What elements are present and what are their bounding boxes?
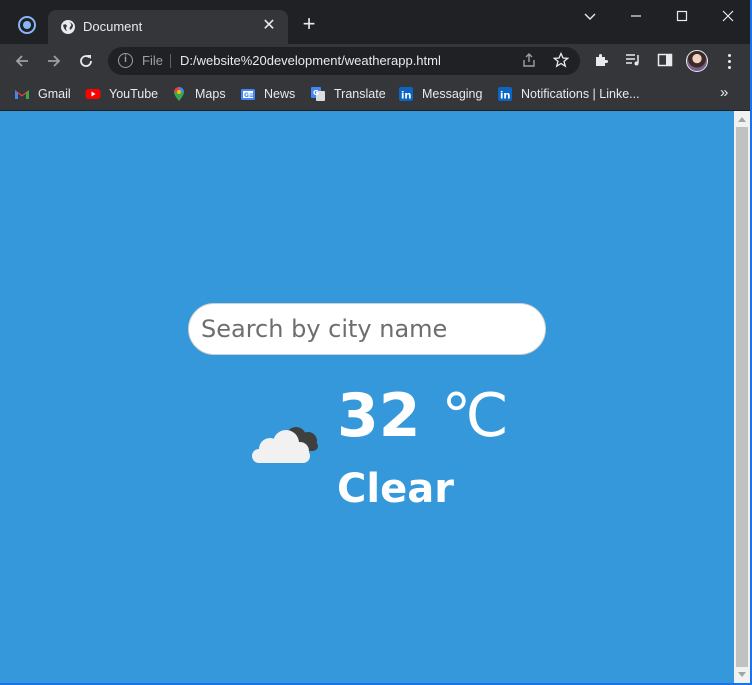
linkedin-icon: in: [399, 87, 413, 102]
address-divider: [170, 54, 171, 68]
bookmark-label: Maps: [195, 87, 226, 101]
cloud-icon: [252, 427, 318, 463]
reload-button[interactable]: [74, 50, 98, 72]
browser-toolbar: i File D:/website%20development/weathera…: [0, 44, 752, 78]
share-icon[interactable]: [520, 52, 538, 70]
bookmark-label: Gmail: [38, 87, 71, 101]
maps-icon: [174, 87, 184, 101]
close-tab-icon[interactable]: ✕: [260, 17, 278, 35]
news-icon: G≡: [241, 89, 255, 100]
browser-window: Document ✕ + i File D:/website%20develop…: [0, 0, 752, 685]
tab-title: Document: [83, 19, 143, 34]
tab-search-icon[interactable]: [578, 6, 602, 26]
maximize-button[interactable]: [670, 6, 694, 26]
scrollbar-thumb[interactable]: [736, 127, 748, 667]
city-search-input[interactable]: [188, 303, 546, 355]
svg-text:G: G: [313, 89, 319, 97]
info-icon[interactable]: i: [118, 53, 133, 68]
forward-button[interactable]: [42, 50, 66, 72]
minimize-button[interactable]: [624, 6, 648, 26]
browser-menu-icon[interactable]: [722, 51, 736, 71]
close-window-button[interactable]: [716, 6, 740, 26]
svg-text:in: in: [401, 91, 412, 102]
extensions-icon[interactable]: [592, 52, 610, 70]
linkedin-icon: in: [498, 87, 512, 102]
bookmark-label: Messaging: [422, 87, 483, 101]
youtube-icon: [85, 89, 101, 99]
profile-avatar[interactable]: [686, 50, 708, 72]
bookmark-news[interactable]: G≡ News: [240, 85, 295, 103]
gmail-icon: [15, 90, 29, 99]
url-scheme: File: [142, 53, 163, 68]
media-control-icon[interactable]: [624, 52, 642, 70]
temperature-unit: ℃: [441, 381, 509, 451]
back-button[interactable]: [10, 50, 34, 72]
bookmark-label: News: [264, 87, 296, 101]
url-text[interactable]: D:/website%20development/weatherapp.html: [180, 53, 441, 68]
bookmark-label: YouTube: [109, 87, 159, 101]
new-tab-button[interactable]: +: [298, 13, 320, 36]
page-scrollbar[interactable]: [734, 111, 750, 683]
bookmark-label: Translate: [334, 87, 386, 101]
side-panel-icon[interactable]: [656, 52, 674, 70]
bookmarks-overflow-button[interactable]: »: [720, 84, 728, 101]
bookmark-youtube[interactable]: YouTube: [85, 85, 158, 103]
bookmark-star-icon[interactable]: [552, 51, 570, 70]
bookmark-maps[interactable]: Maps: [171, 85, 226, 103]
bookmark-messaging[interactable]: in Messaging: [398, 85, 482, 103]
globe-icon: [61, 20, 75, 34]
address-bar[interactable]: i File D:/website%20development/weathera…: [108, 47, 580, 75]
chrome-menu-icon[interactable]: [18, 16, 36, 34]
bookmarks-bar: Gmail YouTube Maps G≡ News G Translate i…: [0, 78, 752, 111]
translate-icon: G: [311, 87, 325, 101]
bookmark-label: Notifications | Linke...: [521, 87, 640, 101]
bookmark-gmail[interactable]: Gmail: [14, 85, 71, 103]
temperature-display: 32 ℃: [337, 381, 509, 451]
scroll-up-arrow-icon[interactable]: [738, 117, 746, 122]
temperature-value: 32: [337, 381, 421, 451]
weather-condition: Clear: [337, 466, 454, 512]
tab-strip: Document ✕ +: [0, 0, 752, 44]
svg-text:G≡: G≡: [244, 92, 254, 99]
svg-text:in: in: [500, 91, 511, 102]
scroll-down-arrow-icon[interactable]: [738, 672, 746, 677]
bookmark-translate[interactable]: G Translate: [310, 85, 386, 103]
tab-document[interactable]: Document ✕: [48, 10, 288, 44]
bookmark-notifications[interactable]: in Notifications | Linke...: [497, 85, 640, 103]
weather-app-page: 32 ℃ Clear: [0, 111, 734, 683]
